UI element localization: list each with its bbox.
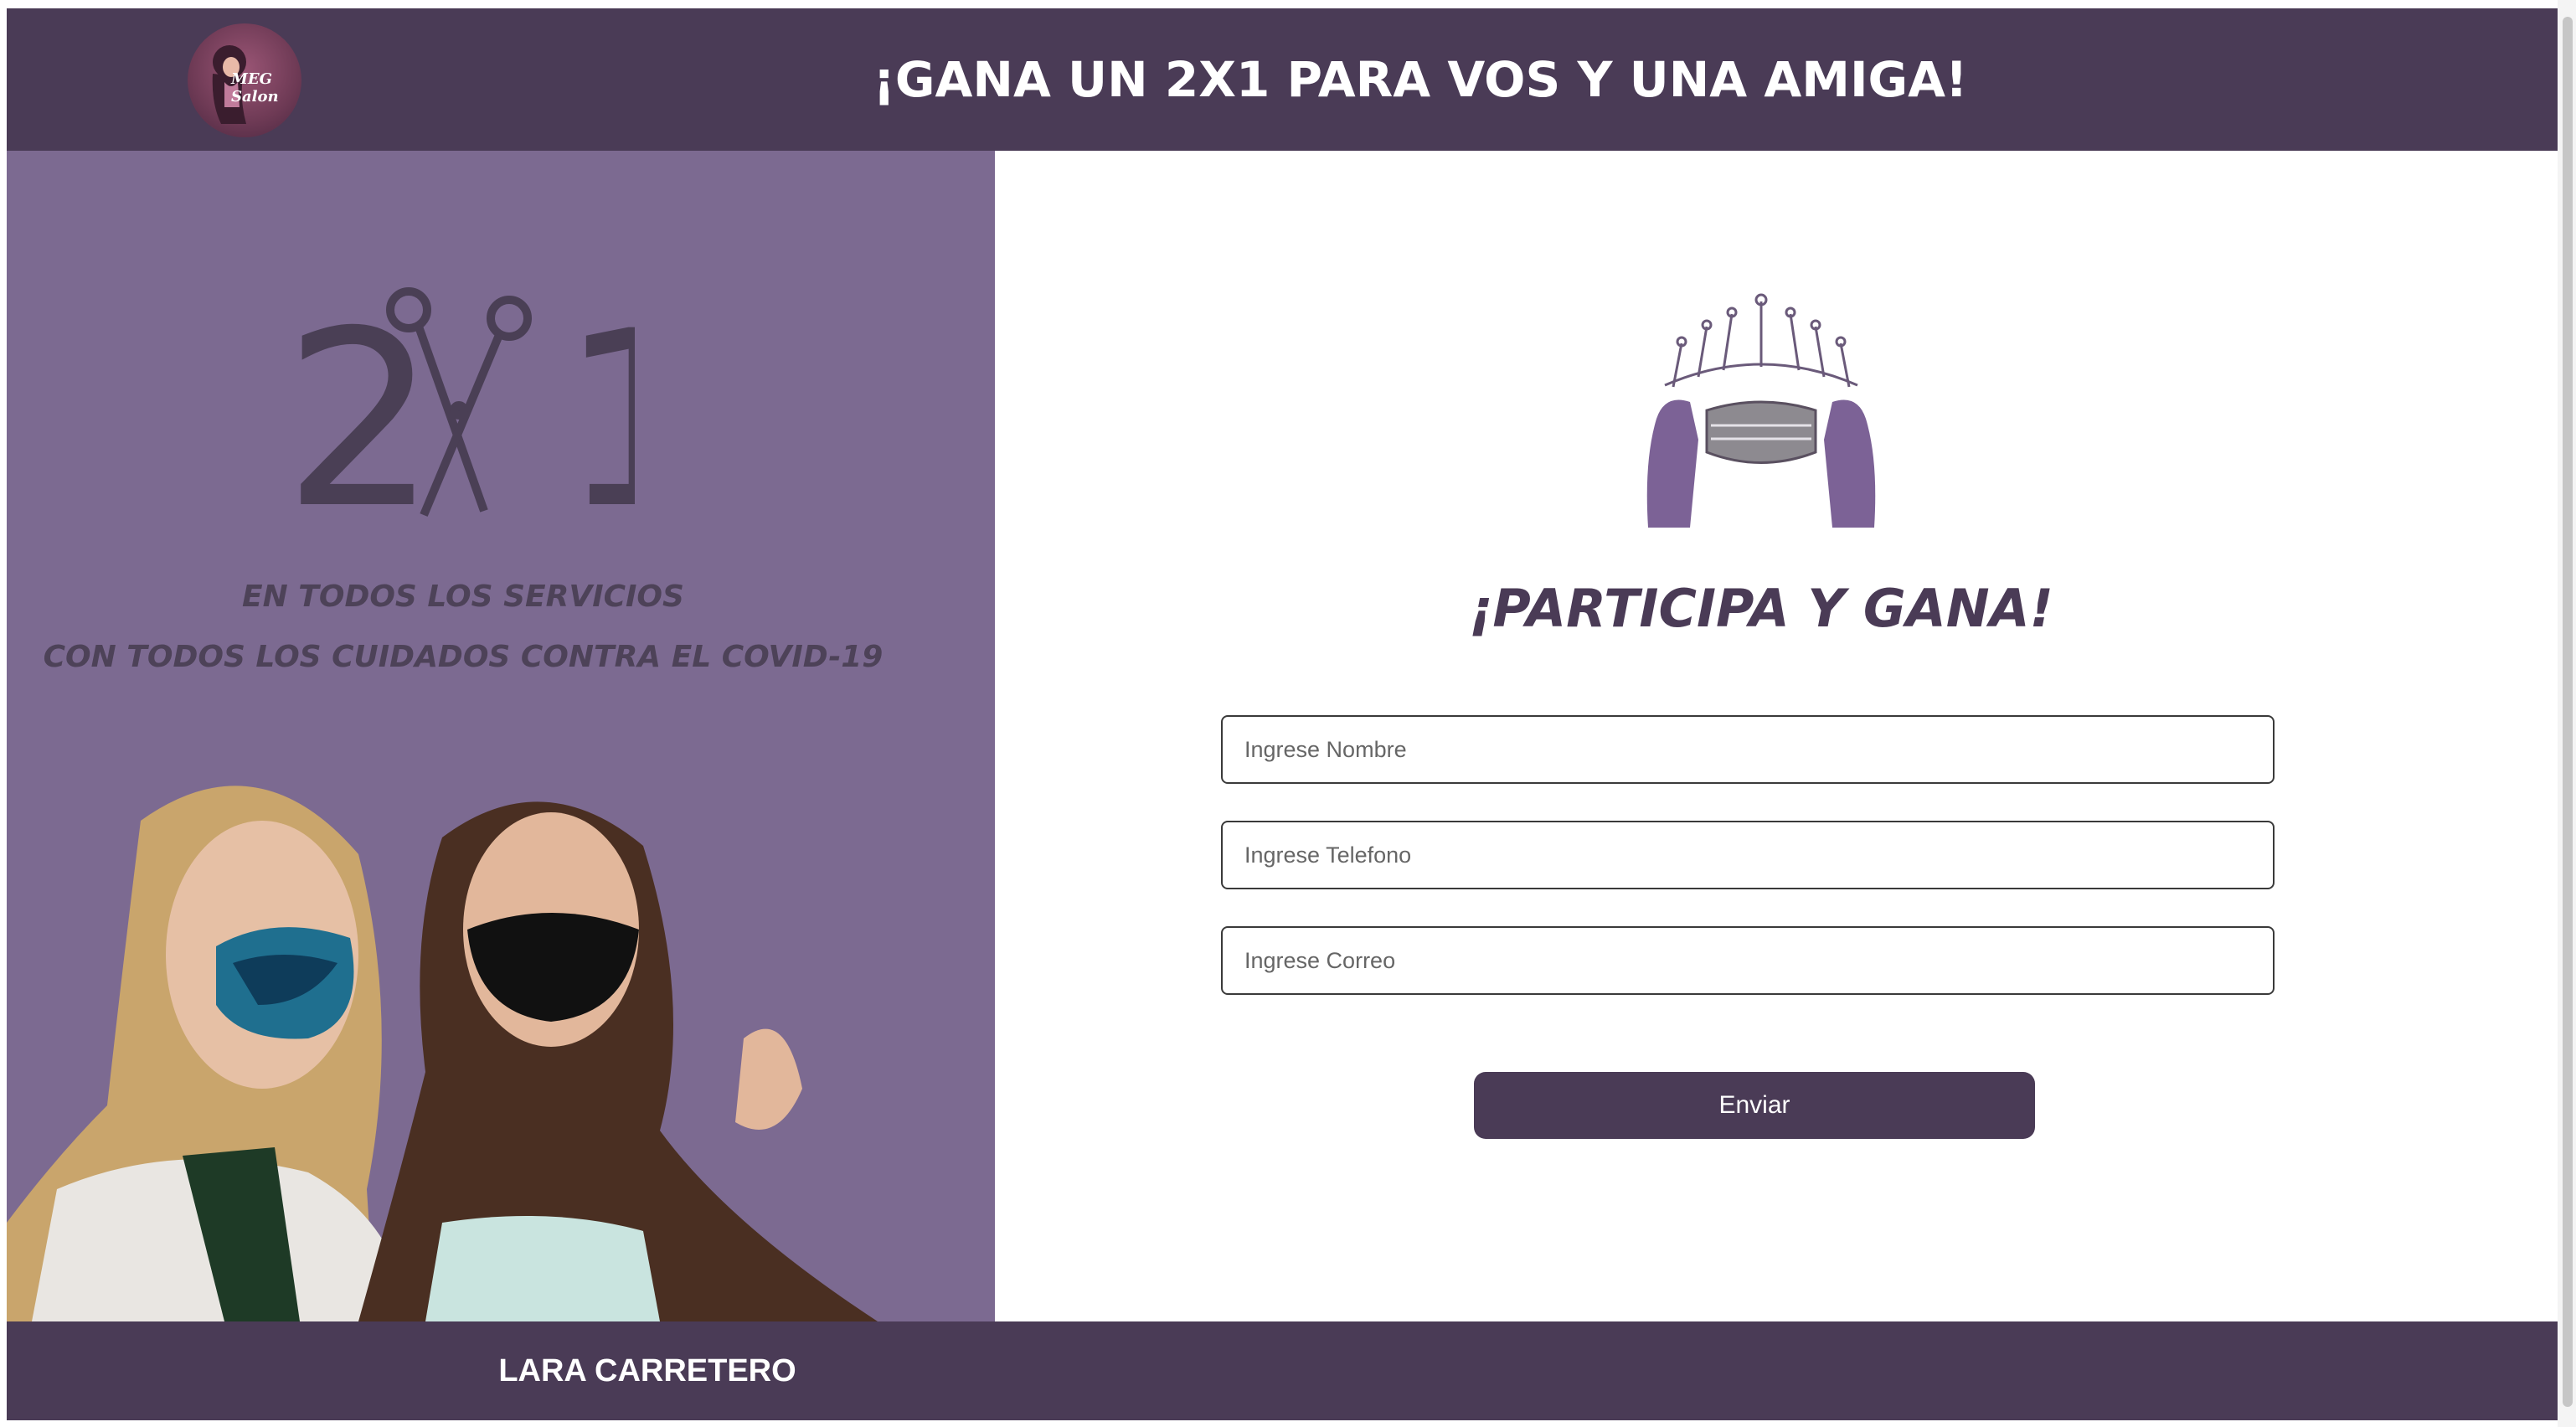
submit-button[interactable]: Enviar bbox=[1474, 1072, 2035, 1139]
footer-bar: LARA CARRETERO bbox=[7, 1321, 2558, 1420]
crown-mask-icon bbox=[1646, 293, 1876, 528]
email-input[interactable] bbox=[1221, 926, 2275, 995]
name-input[interactable] bbox=[1221, 715, 2275, 784]
promo-panel: 2 1 EN TODOS LOS SERVICIOS CON TODOS LOS… bbox=[7, 151, 995, 1321]
page-title: ¡GANA UN 2X1 PARA VOS Y UNA AMIGA! bbox=[873, 51, 1968, 108]
footer-author: LARA CARRETERO bbox=[498, 1352, 796, 1388]
phone-input[interactable] bbox=[1221, 821, 2275, 889]
promo-digit-1: 1 bbox=[559, 285, 635, 536]
form-panel: ¡PARTICIPA Y GANA! Enviar bbox=[995, 151, 2558, 1321]
page: MEG Salon ¡GANA UN 2X1 PARA VOS Y UNA AM… bbox=[7, 8, 2558, 1420]
form-title: ¡PARTICIPA Y GANA! bbox=[1469, 578, 2053, 639]
promo-covid-text: CON TODOS LOS CUIDADOS CONTRA EL COVID-1… bbox=[43, 640, 884, 674]
promo-digit-2: 2 bbox=[283, 285, 438, 536]
promo-services-text: EN TODOS LOS SERVICIOS bbox=[242, 580, 684, 614]
scrollbar-thumb[interactable] bbox=[2563, 17, 2573, 1407]
promo-2x1-graphic: 2 1 bbox=[283, 285, 635, 536]
models-photo bbox=[7, 786, 878, 1321]
header-bar: MEG Salon ¡GANA UN 2X1 PARA VOS Y UNA AM… bbox=[7, 8, 2558, 151]
